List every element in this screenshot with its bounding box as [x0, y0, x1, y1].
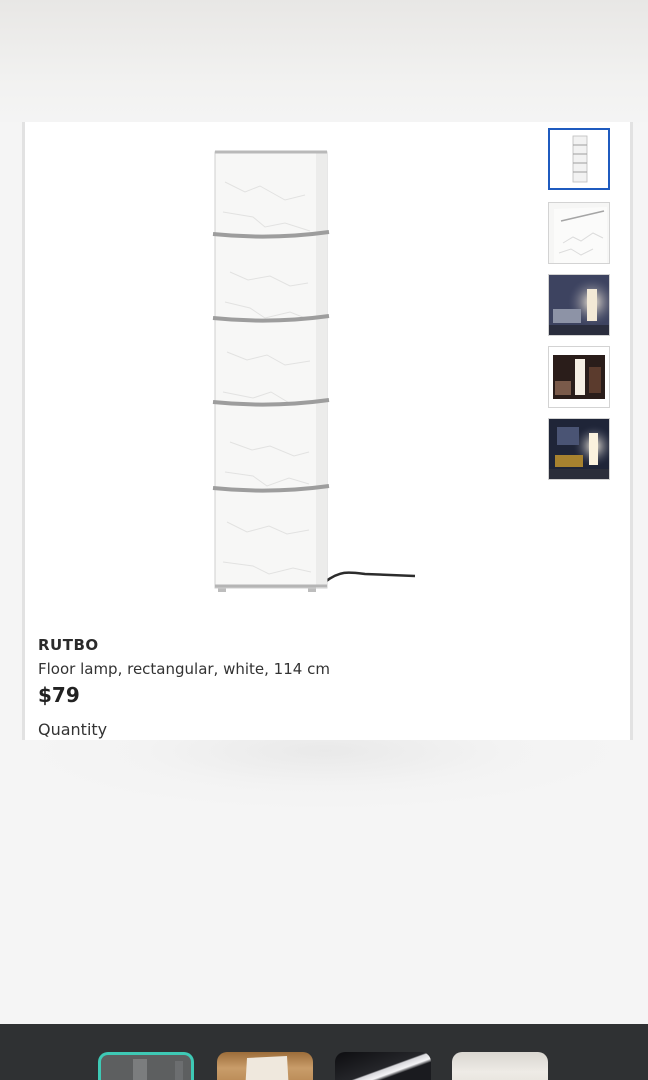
product-description: Floor lamp, rectangular, white, 114 cm: [38, 660, 330, 678]
card-shadow: [30, 740, 620, 850]
bottom-thumbnail-bar: [0, 1024, 648, 1080]
photo-thumbnail-2-icon: [245, 1056, 289, 1080]
main-product-image[interactable]: [175, 142, 435, 592]
quantity-label: Quantity: [38, 720, 108, 739]
photo-thumbnail-1-icon: [133, 1059, 183, 1080]
thumbnail-living-room[interactable]: [548, 274, 610, 336]
thumbnail-lamp-detail[interactable]: [548, 202, 610, 264]
lamp-in-room-thumbnail-icon: [549, 347, 609, 407]
product-price: $79: [38, 683, 80, 707]
living-room-thumbnail-icon: [549, 275, 609, 335]
page-background-top: [0, 0, 648, 122]
bottom-thumbnail-3[interactable]: [335, 1052, 431, 1080]
bottom-thumbnail-1[interactable]: [98, 1052, 194, 1080]
bottom-thumbnail-2[interactable]: [217, 1052, 313, 1080]
lamp-detail-thumbnail-icon: [549, 203, 609, 263]
floor-lamp-image: [212, 150, 416, 592]
thumbnail-lamp-in-room[interactable]: [548, 346, 610, 408]
thumbnail-lamp-in-living-room[interactable]: [548, 418, 610, 480]
bottom-thumbnail-4[interactable]: [452, 1052, 548, 1080]
lamp-in-living-room-thumbnail-icon: [549, 419, 609, 479]
thumbnail-lamp-product[interactable]: [548, 128, 610, 190]
product-name: RUTBO: [38, 636, 99, 654]
lamp-product-thumbnail-icon: [550, 130, 608, 188]
product-card: RUTBO Floor lamp, rectangular, white, 11…: [22, 122, 633, 740]
